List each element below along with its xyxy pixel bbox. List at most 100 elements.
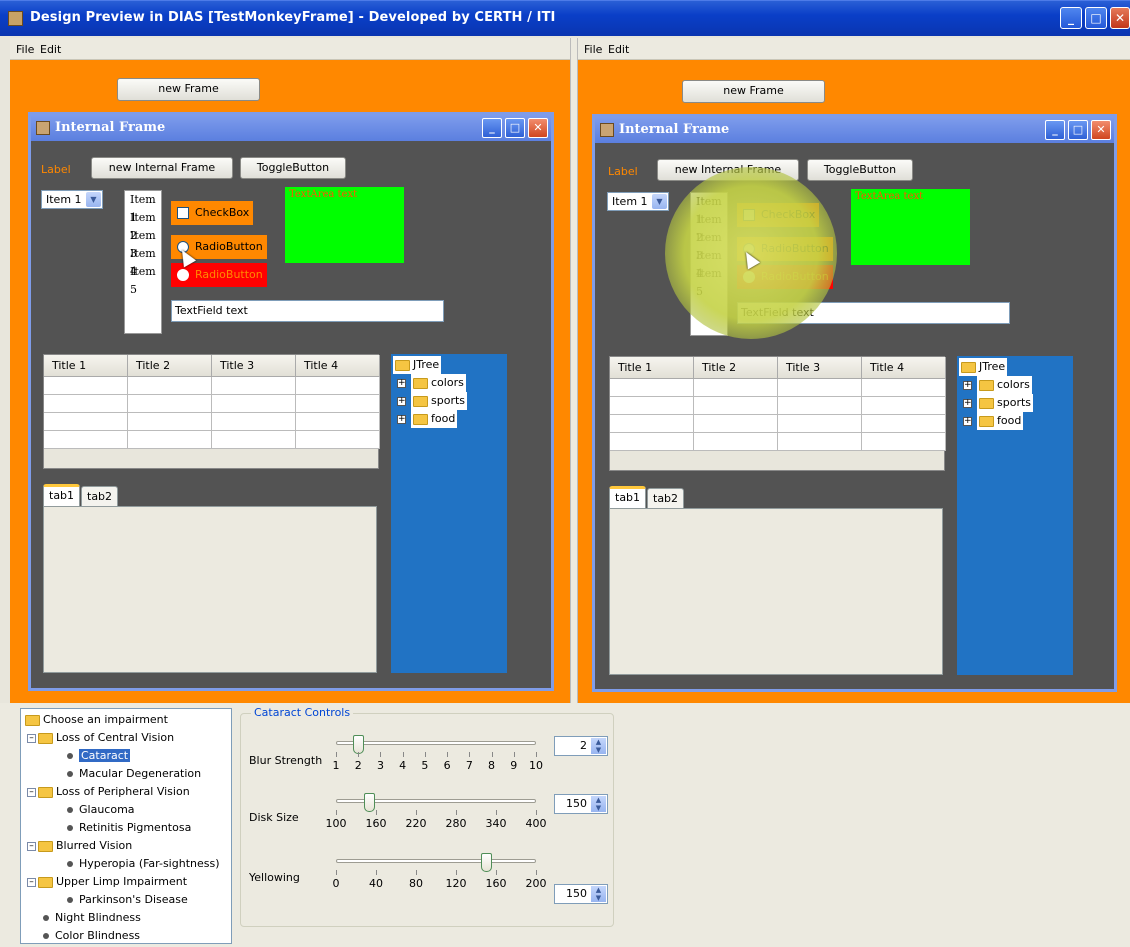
tree-node-colors[interactable]: colors: [977, 376, 1032, 394]
table-header[interactable]: Title 4: [296, 355, 380, 377]
jtree[interactable]: JTree + colors + sports + food: [391, 354, 507, 673]
group-central-vision[interactable]: – Loss of Central Vision: [27, 729, 174, 747]
maximize-icon[interactable]: □: [1085, 7, 1107, 29]
yellowing-track[interactable]: [336, 859, 536, 863]
collapse-icon[interactable]: –: [27, 877, 36, 887]
tab-tab1[interactable]: tab1: [43, 484, 81, 506]
impairment-night-blindness[interactable]: Night Blindness: [43, 909, 141, 927]
tab-tab2[interactable]: tab2: [647, 488, 685, 510]
table-cell[interactable]: [862, 415, 946, 433]
table-header[interactable]: Title 2: [128, 355, 212, 377]
impairment-color-blindness[interactable]: Color Blindness: [43, 927, 140, 945]
spinner-arrows-icon[interactable]: ▲ ▼: [591, 796, 606, 812]
table-cell[interactable]: [44, 413, 128, 431]
collapse-icon[interactable]: –: [27, 733, 36, 743]
internal-frame-title-bar[interactable]: Internal Frame _ □ ✕: [31, 115, 551, 141]
tab-tab1[interactable]: tab1: [609, 486, 647, 508]
table-header[interactable]: Title 3: [778, 357, 862, 379]
minimize-icon[interactable]: _: [1060, 7, 1082, 29]
blur-strength-track[interactable]: [336, 741, 536, 745]
group-upper-limb[interactable]: – Upper Limp Impairment: [27, 873, 187, 891]
disk-size-slider-thumb[interactable]: [364, 793, 376, 812]
window-title-bar[interactable]: Design Preview in DIAS [TestMonkeyFrame]…: [0, 0, 1130, 36]
item-combo-box[interactable]: Item 1 ▼: [607, 192, 669, 211]
radio-button-2[interactable]: RadioButton: [171, 263, 267, 287]
impairment-glaucoma[interactable]: Glaucoma: [67, 801, 135, 819]
table-cell[interactable]: [694, 433, 778, 451]
jtree[interactable]: JTree + colors + sports + food: [957, 356, 1073, 675]
table-cell[interactable]: [862, 433, 946, 451]
impairment-macular-degeneration[interactable]: Macular Degeneration: [67, 765, 201, 783]
close-icon[interactable]: ✕: [1110, 7, 1130, 29]
expand-icon[interactable]: +: [963, 417, 972, 426]
spinner-arrows-icon[interactable]: ▲ ▼: [591, 738, 606, 754]
expand-icon[interactable]: +: [397, 415, 406, 424]
table-header[interactable]: Title 3: [212, 355, 296, 377]
new-frame-button[interactable]: new Frame: [117, 78, 260, 101]
text-field[interactable]: TextField text: [171, 300, 444, 322]
data-table[interactable]: Title 1 Title 2 Title 3 Title 4: [43, 354, 380, 469]
toggle-button[interactable]: ToggleButton: [807, 159, 913, 181]
close-icon[interactable]: ✕: [528, 118, 548, 138]
table-cell[interactable]: [212, 413, 296, 431]
group-peripheral-vision[interactable]: – Loss of Peripheral Vision: [27, 783, 190, 801]
impairment-tree[interactable]: Choose an impairment – Loss of Central Vi…: [20, 708, 232, 944]
table-cell[interactable]: [128, 431, 212, 449]
internal-frame-title-bar[interactable]: Internal Frame _ □ ✕: [595, 117, 1114, 143]
table-cell[interactable]: [778, 397, 862, 415]
table-header[interactable]: Title 1: [44, 355, 128, 377]
close-icon[interactable]: ✕: [1091, 120, 1111, 140]
table-cell[interactable]: [128, 413, 212, 431]
text-area[interactable]: TextArea text: [285, 187, 404, 263]
list-item[interactable]: Item 2: [125, 209, 161, 242]
table-cell[interactable]: [778, 433, 862, 451]
table-cell[interactable]: [44, 395, 128, 413]
collapse-icon[interactable]: –: [27, 787, 36, 797]
table-cell[interactable]: [694, 397, 778, 415]
radio-dot[interactable]: [177, 269, 189, 281]
item-list[interactable]: Item 1 Item 2 Item 3 Item 4 Item 5: [124, 190, 162, 334]
table-cell[interactable]: [212, 377, 296, 395]
expand-icon[interactable]: +: [963, 381, 972, 390]
data-table[interactable]: Title 1 Title 2 Title 3 Title 4: [609, 356, 946, 471]
table-cell[interactable]: [44, 431, 128, 449]
table-cell[interactable]: [610, 415, 694, 433]
table-header[interactable]: Title 4: [862, 357, 946, 379]
impairment-tree-root[interactable]: Choose an impairment: [25, 711, 168, 729]
table-cell[interactable]: [862, 397, 946, 415]
table-cell[interactable]: [296, 431, 380, 449]
table-cell[interactable]: [128, 395, 212, 413]
item-combo-box[interactable]: Item 1 ▼: [41, 190, 103, 209]
yellowing-slider-thumb[interactable]: [481, 853, 492, 872]
yellowing-spinner[interactable]: 150 ▲ ▼: [554, 884, 608, 904]
tree-node-colors[interactable]: colors: [411, 374, 466, 392]
collapse-icon[interactable]: –: [27, 841, 36, 851]
tree-root[interactable]: JTree: [959, 358, 1008, 376]
table-cell[interactable]: [610, 397, 694, 415]
new-internal-frame-button[interactable]: new Internal Frame: [91, 157, 233, 179]
toggle-button[interactable]: ToggleButton: [240, 157, 346, 179]
table-cell[interactable]: [610, 379, 694, 397]
disk-size-spinner[interactable]: 150 ▲ ▼: [554, 794, 608, 814]
tree-node-sports[interactable]: sports: [411, 392, 468, 410]
list-item[interactable]: Item 4: [125, 245, 161, 278]
table-cell[interactable]: [212, 395, 296, 413]
menu-edit[interactable]: Edit: [40, 43, 61, 56]
expand-icon[interactable]: +: [963, 399, 972, 408]
maximize-icon[interactable]: □: [1068, 120, 1088, 140]
table-cell[interactable]: [694, 379, 778, 397]
minimize-icon[interactable]: _: [1045, 120, 1065, 140]
table-cell[interactable]: [778, 379, 862, 397]
chevron-down-icon[interactable]: ▼: [652, 194, 667, 209]
table-cell[interactable]: [296, 395, 380, 413]
split-divider[interactable]: [570, 38, 578, 703]
table-header[interactable]: Title 1: [610, 357, 694, 379]
table-cell[interactable]: [778, 415, 862, 433]
blur-strength-spinner[interactable]: 2 ▲ ▼: [554, 736, 608, 756]
checkbox-box[interactable]: [177, 207, 189, 219]
tree-node-food[interactable]: food: [411, 410, 458, 428]
list-item[interactable]: Item 3: [125, 227, 161, 260]
table-cell[interactable]: [296, 377, 380, 395]
impairment-parkinsons[interactable]: Parkinson's Disease: [67, 891, 188, 909]
table-cell[interactable]: [610, 433, 694, 451]
